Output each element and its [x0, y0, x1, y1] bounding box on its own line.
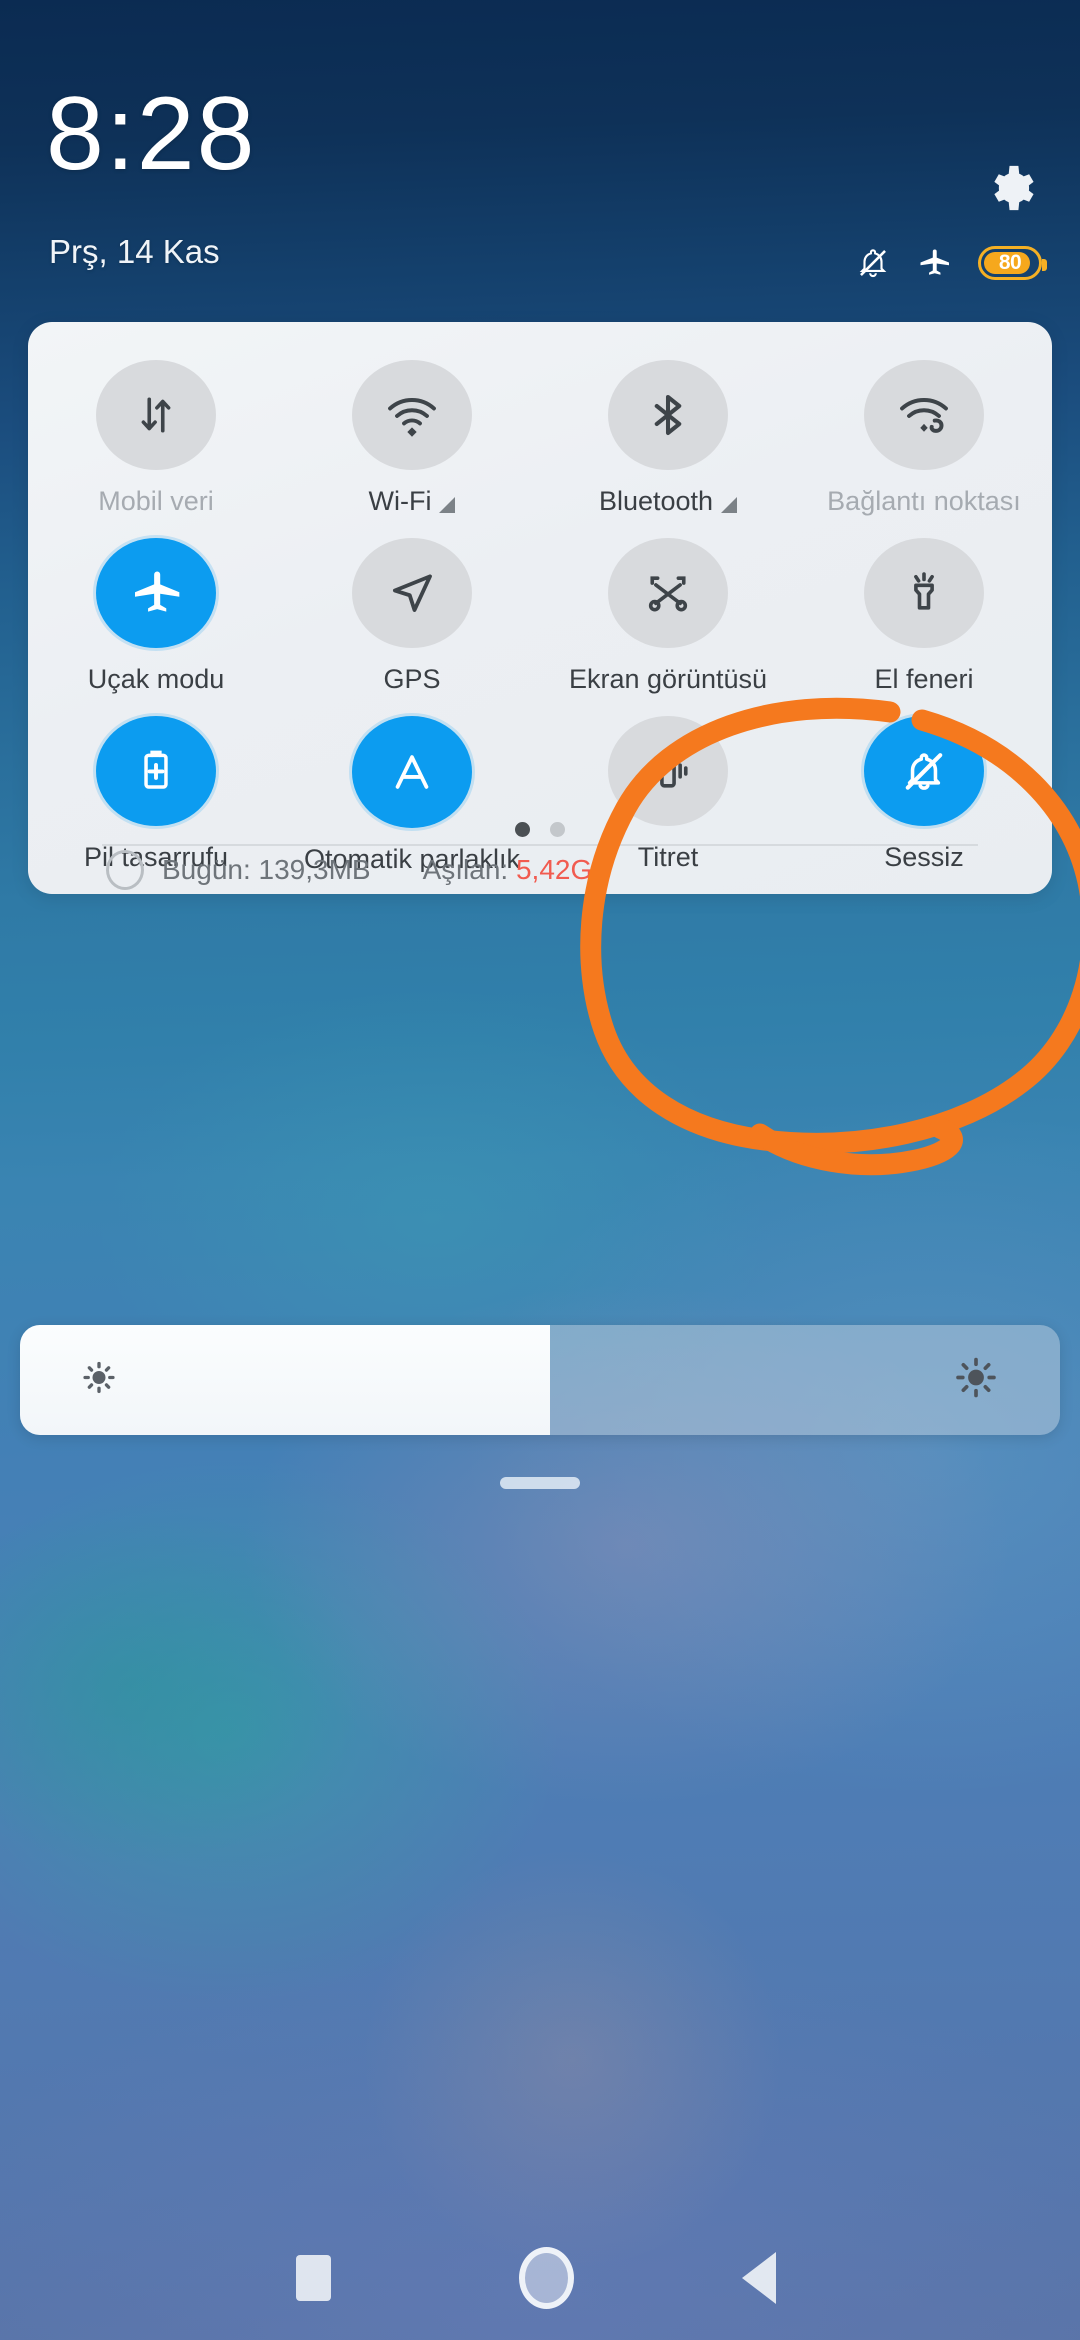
tile-baglanti-noktasi[interactable]: Bağlantı noktası [796, 338, 1052, 516]
auto-brightness-a-icon [395, 755, 429, 789]
page-indicator [28, 822, 1052, 837]
tile-label-text: Bağlantı noktası [827, 486, 1021, 516]
back-triangle-icon[interactable] [742, 2252, 776, 2304]
gear-icon[interactable] [982, 160, 1038, 216]
tile-label-text: Mobil veri [98, 486, 214, 516]
brightness-slider[interactable] [20, 1325, 1060, 1435]
tile-circle [608, 716, 728, 826]
quick-settings-panel: Mobil veri Wi-Fi Bluetooth Bağlantı nokt… [28, 322, 1052, 894]
tile-ucak-modu[interactable]: Uçak modu [28, 516, 284, 694]
quick-settings-grid: Mobil veri Wi-Fi Bluetooth Bağlantı nokt… [28, 338, 1052, 872]
panel-drag-handle[interactable] [500, 1477, 580, 1489]
tile-label: Bağlantı noktası [827, 486, 1021, 516]
tile-el-feneri[interactable]: El feneri [796, 516, 1052, 694]
tile-circle [864, 716, 984, 826]
chevron-expand-icon[interactable] [439, 497, 456, 513]
tile-label: Bluetooth [598, 486, 738, 516]
tile-label-text: Ekran görüntüsü [568, 664, 768, 694]
page-dot[interactable] [550, 822, 565, 837]
mobile-data-icon [141, 397, 171, 433]
tile-label: Uçak modu [88, 664, 225, 694]
tile-circle [96, 538, 216, 648]
clock-time: 8:28 [46, 76, 257, 192]
tile-circle [96, 360, 216, 470]
tile-label: Ekran görüntüsü [569, 664, 767, 694]
bluetooth-icon [654, 394, 682, 436]
tile-label: Mobil veri [98, 486, 214, 516]
tile-gps[interactable]: GPS [284, 516, 540, 694]
tile-label: Sessiz [884, 842, 964, 872]
data-usage-row[interactable]: Bugün: 139,3MB Aşılan: 5,42GB [106, 850, 611, 890]
recents-square-icon[interactable] [296, 2255, 331, 2301]
clock-date: Prş, 14 Kas [49, 233, 220, 270]
battery-indicator: 80 [978, 246, 1047, 280]
data-usage-exceeded-label: Aşılan: [422, 854, 509, 885]
tile-ekran-goruntusu[interactable]: Ekran görüntüsü [540, 516, 796, 694]
tile-label-text: GPS [383, 664, 441, 694]
tile-bluetooth[interactable]: Bluetooth [540, 338, 796, 516]
quick-settings-row: Uçak modu GPS Ekran görüntüsü El feneri [28, 516, 1052, 694]
tile-label: El feneri [874, 664, 973, 694]
tile-circle [608, 538, 728, 648]
airplane-icon [135, 571, 180, 612]
tile-label: GPS [383, 664, 440, 694]
tile-label-text: Uçak modu [87, 664, 225, 694]
tile-mobil-veri[interactable]: Mobil veri [28, 338, 284, 516]
data-usage-exceeded-value: 5,42GB [515, 854, 611, 885]
page-dot-active[interactable] [515, 822, 530, 837]
bell-muted-icon [856, 246, 890, 280]
silent-bell-icon [905, 753, 943, 790]
tile-circle [352, 716, 472, 828]
status-icon-group: 80 [856, 245, 1047, 281]
tile-circle [864, 538, 984, 648]
tile-label-text: Wi-Fi [368, 486, 432, 516]
vibrate-icon [648, 754, 688, 788]
tile-label: Wi-Fi [369, 486, 456, 516]
data-usage-today: Bugün: 139,3MB [162, 854, 371, 885]
battery-saver-icon [144, 750, 168, 789]
tile-wifi[interactable]: Wi-Fi [284, 338, 540, 516]
tile-label-text: Bluetooth [598, 486, 714, 516]
home-circle-icon[interactable] [519, 2247, 574, 2309]
brightness-high-icon [954, 1356, 998, 1405]
data-usage-exceeded: Aşılan: 5,42GB [423, 854, 611, 886]
data-usage-ring-icon [106, 850, 144, 890]
tile-label-text: Sessiz [884, 842, 964, 872]
battery-level-text: 80 [998, 251, 1022, 274]
flashlight-icon [914, 572, 934, 610]
tile-circle [608, 360, 728, 470]
tile-circle [864, 360, 984, 470]
tile-circle [96, 716, 216, 826]
tile-label-text: Titret [637, 842, 699, 872]
location-arrow-icon [392, 574, 432, 613]
tile-circle [352, 360, 472, 470]
brightness-low-icon [80, 1359, 118, 1402]
status-bar: 8:28 Prş, 14 Kas 80 [0, 0, 1080, 300]
panel-divider [102, 844, 978, 846]
wifi-icon [388, 398, 436, 437]
airplane-mode-icon [916, 245, 952, 281]
quick-settings-row: Mobil veri Wi-Fi Bluetooth Bağlantı nokt… [28, 338, 1052, 516]
tile-label-text: El feneri [874, 664, 974, 694]
tile-label: Titret [638, 842, 699, 872]
tile-circle [352, 538, 472, 648]
hotspot-icon [900, 398, 948, 433]
chevron-expand-icon[interactable] [721, 497, 738, 513]
screenshot-scissors-icon [648, 576, 688, 612]
